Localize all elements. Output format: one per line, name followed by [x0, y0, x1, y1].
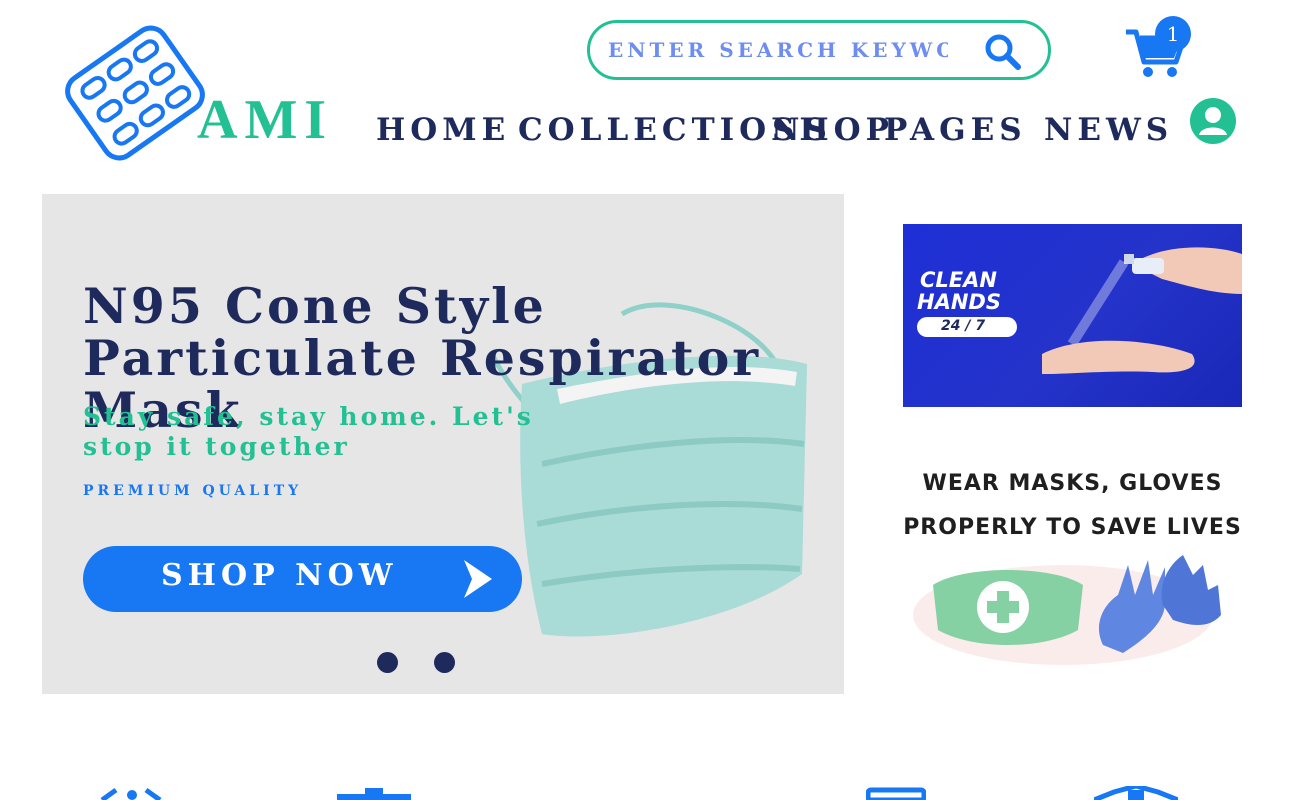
sanitizer-spray-image [1042, 247, 1242, 374]
search-icon [985, 34, 1021, 70]
shop-now-button[interactable]: SHOP NOW [83, 546, 522, 612]
slider-dot-1[interactable] [377, 652, 398, 673]
nav-pages[interactable]: PAGES [884, 112, 1027, 148]
brand-name: AMI [197, 89, 334, 151]
hero-tagline: PREMIUM QUALITY [83, 483, 303, 499]
nav-home[interactable]: HOME [376, 112, 510, 148]
banner-clean-line2: HANDS [917, 290, 1001, 314]
nav-news[interactable]: NEWS [1044, 112, 1173, 148]
chevron-right-icon [464, 560, 492, 598]
feature-icon-3 [866, 787, 926, 800]
banner-clean-badge-text: 24 / 7 [941, 318, 986, 334]
pill-blister-icon [65, 25, 205, 161]
slider-dot-2[interactable] [434, 652, 455, 673]
search-input[interactable] [608, 35, 948, 65]
site-logo[interactable]: AMI [60, 18, 326, 168]
search-button[interactable] [984, 33, 1022, 71]
clean-hands-banner[interactable]: CLEAN HANDS 24 / 7 [903, 224, 1242, 407]
cart-count-badge: 1 [1155, 16, 1191, 52]
search-bar [587, 20, 1051, 80]
hero-slider: N95 Cone Style Particulate Respirator Ma… [42, 194, 844, 694]
banner-clean-line1: CLEAN [920, 268, 997, 292]
feature-icon-1 [100, 787, 162, 800]
shop-now-label: SHOP NOW [161, 558, 398, 593]
banner-masks-line2: PROPERLY TO SAVE LIVES [903, 515, 1242, 540]
hero-subtitle: Stay safe, stay home. Let's stop it toge… [83, 402, 534, 461]
banner-masks-line1: WEAR MASKS, GLOVES [922, 471, 1223, 496]
mask-gloves-illustration [913, 555, 1221, 665]
feature-icon-2 [337, 788, 411, 800]
banner-clean-badge: 24 / 7 [917, 317, 1017, 337]
feature-icon-4 [1094, 786, 1178, 800]
account-button[interactable] [1189, 97, 1237, 145]
nav-shop[interactable]: SHOP [772, 112, 894, 148]
user-circle-icon [1190, 98, 1236, 144]
wear-masks-banner[interactable]: WEAR MASKS, GLOVES PROPERLY TO SAVE LIVE… [903, 455, 1242, 665]
